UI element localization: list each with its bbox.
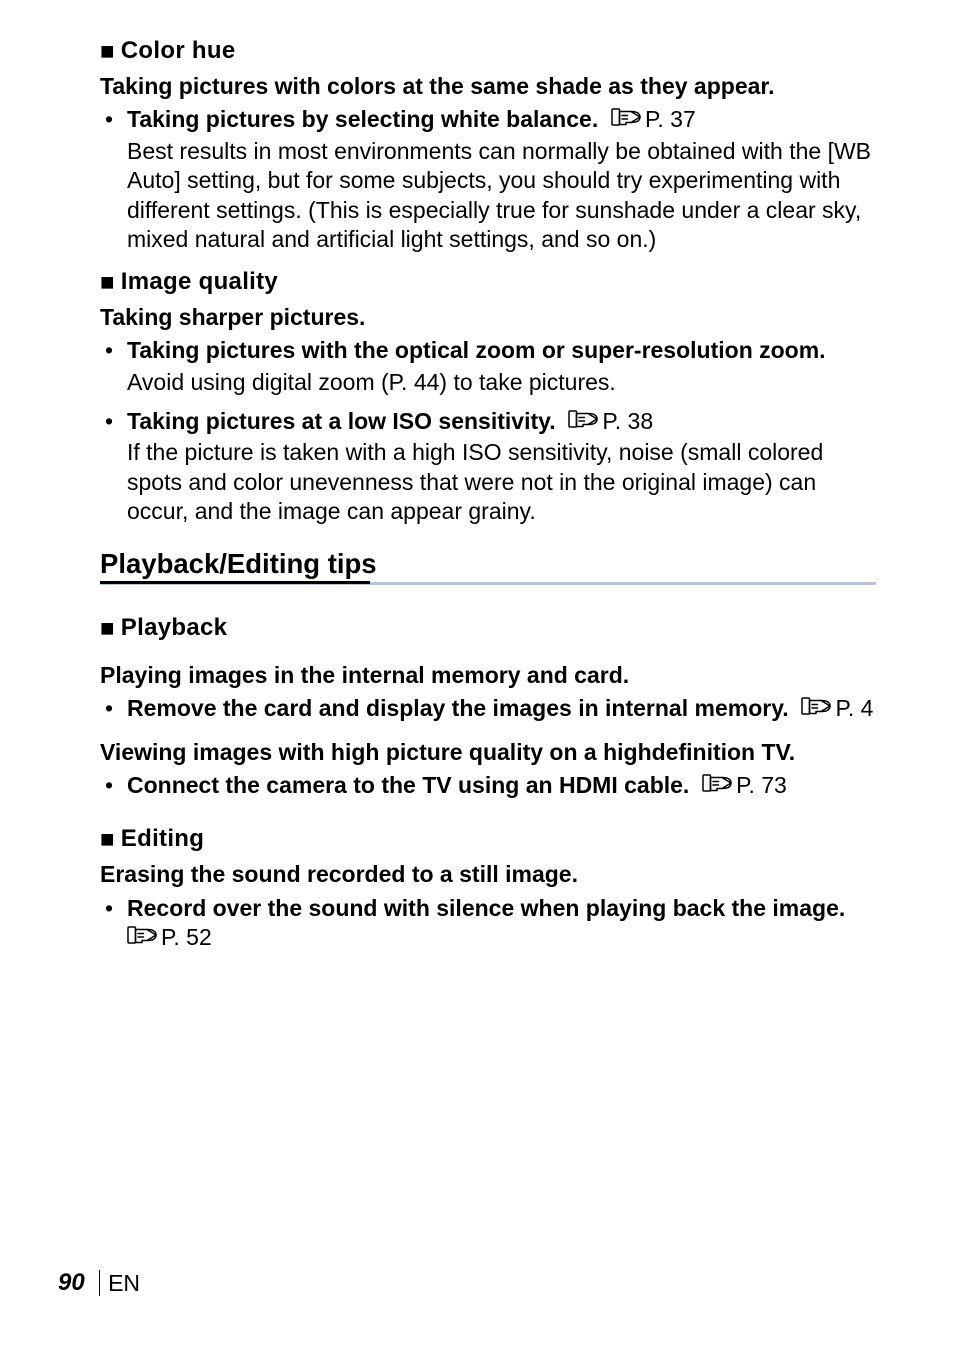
bullet-title: Taking pictures at a low ISO sensitivity… — [127, 408, 556, 434]
bullet-content: Remove the card and display the images i… — [127, 694, 876, 723]
bullet-title: Taking pictures with the optical zoom or… — [127, 337, 826, 363]
page-ref-text: P. 38 — [602, 407, 653, 436]
para-image-quality-intro: Taking sharper pictures. — [100, 303, 876, 332]
bullet-title: Remove the card and display the images i… — [127, 695, 789, 721]
bullet-marker: • — [100, 336, 127, 365]
footer-lang: EN — [108, 1270, 140, 1297]
hand-pointer-icon — [801, 696, 831, 716]
hand-pointer-icon — [611, 107, 641, 127]
hand-pointer-icon — [568, 409, 598, 429]
bullet-playback-2: • Connect the camera to the TV using an … — [100, 771, 876, 800]
bullet-title: Connect the camera to the TV using an HD… — [127, 772, 689, 798]
bullet-content: Connect the camera to the TV using an HD… — [127, 771, 876, 800]
bullet-title: Taking pictures by selecting white balan… — [127, 106, 598, 132]
hand-pointer-icon — [127, 925, 157, 945]
page-ref-text: P. 73 — [736, 771, 787, 800]
bullet-editing-1: • Record over the sound with silence whe… — [100, 894, 876, 953]
page-ref-text: P. 4 — [835, 694, 873, 723]
section-title: Playback/Editing tips — [100, 547, 876, 581]
bullet-marker: • — [100, 894, 127, 953]
heading-color-hue: ■Color hue — [100, 36, 876, 67]
page-ref-text: P. 52 — [161, 923, 212, 952]
page-ref-text: P. 37 — [645, 105, 696, 134]
bullet-body-color-hue-1: Best results in most environments can no… — [127, 137, 876, 255]
bullet-content: Taking pictures by selecting white balan… — [127, 105, 876, 134]
bullet-content: Taking pictures with the optical zoom or… — [127, 336, 876, 365]
bullet-content: Record over the sound with silence when … — [127, 894, 876, 953]
heading-text: Editing — [121, 825, 204, 852]
bullet-body-image-quality-2: If the picture is taken with a high ISO … — [127, 438, 876, 526]
bullet-marker: • — [100, 407, 127, 436]
underline-black — [100, 581, 370, 584]
para-playback-2: Viewing images with high picture quality… — [100, 738, 876, 767]
page-footer: 90 EN — [58, 1269, 140, 1297]
heading-editing: ■Editing — [100, 824, 876, 855]
heading-text: Image quality — [121, 268, 278, 295]
para-editing-1: Erasing the sound recorded to a still im… — [100, 860, 876, 889]
hand-pointer-icon — [702, 773, 732, 793]
section-playback-editing: Playback/Editing tips — [100, 547, 876, 587]
bullet-color-hue-1: • Taking pictures by selecting white bal… — [100, 105, 876, 134]
bullet-title: Record over the sound with silence when … — [127, 895, 845, 921]
heading-text: Playback — [121, 614, 227, 641]
page-ref: P. 38 — [562, 407, 653, 436]
para-playback-1: Playing images in the internal memory an… — [100, 661, 876, 690]
bullet-image-quality-2: • Taking pictures at a low ISO sensitivi… — [100, 407, 876, 436]
page-ref: P. 73 — [696, 771, 787, 800]
page-number: 90 — [58, 1269, 85, 1297]
square-bullet-icon: ■ — [100, 825, 115, 855]
bullet-body-image-quality-1: Avoid using digital zoom (P. 44) to take… — [127, 368, 876, 397]
page-content: ■Color hue Taking pictures with colors a… — [0, 0, 954, 1345]
heading-image-quality: ■Image quality — [100, 267, 876, 298]
bullet-image-quality-1: • Taking pictures with the optical zoom … — [100, 336, 876, 365]
page-ref: P. 4 — [795, 694, 873, 723]
bullet-content: Taking pictures at a low ISO sensitivity… — [127, 407, 876, 436]
bullet-marker: • — [100, 105, 127, 134]
square-bullet-icon: ■ — [100, 614, 115, 644]
bullet-marker: • — [100, 771, 127, 800]
page-ref: P. 37 — [605, 105, 696, 134]
section-underline — [100, 581, 876, 587]
heading-text: Color hue — [121, 37, 236, 64]
square-bullet-icon: ■ — [100, 268, 115, 298]
footer-separator — [99, 1270, 100, 1296]
bullet-marker: • — [100, 694, 127, 723]
square-bullet-icon: ■ — [100, 37, 115, 67]
bullet-playback-1: • Remove the card and display the images… — [100, 694, 876, 723]
para-color-hue-intro: Taking pictures with colors at the same … — [100, 72, 876, 101]
page-ref: P. 52 — [127, 923, 212, 952]
heading-playback: ■Playback — [100, 613, 876, 644]
